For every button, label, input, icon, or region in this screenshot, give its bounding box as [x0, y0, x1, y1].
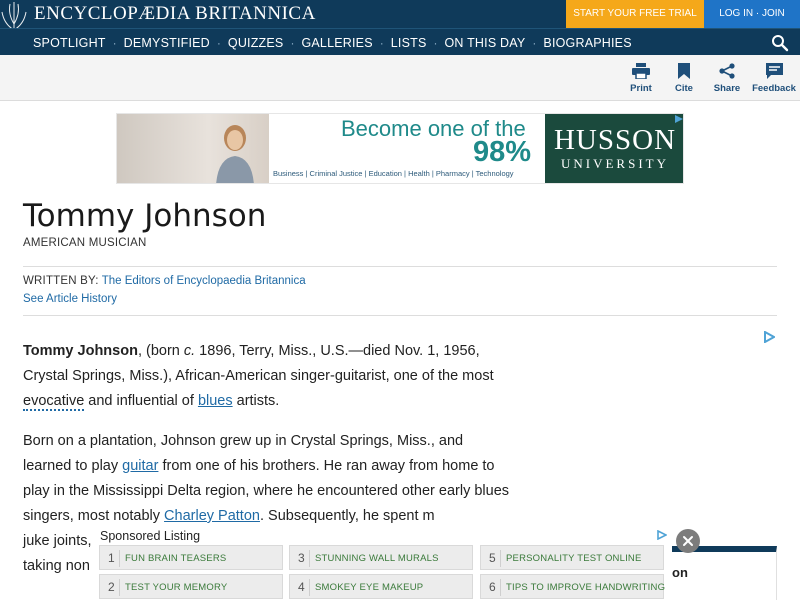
sponsored-title: Sponsored Listing — [100, 529, 201, 543]
sponsored-item[interactable]: 4 SMOKEY EYE MAKEUP — [289, 574, 473, 599]
nav-separator: · — [112, 35, 117, 50]
ad-photo — [117, 114, 269, 183]
print-icon — [632, 63, 650, 79]
feedback-label: Feedback — [752, 83, 796, 94]
ad-tagline: Business | Criminal Justice | Education … — [273, 169, 514, 178]
nav-galleries[interactable]: GALLERIES — [301, 36, 372, 50]
cite-button[interactable]: Cite — [672, 63, 696, 94]
nav-separator: · — [290, 35, 295, 50]
free-trial-button[interactable]: START YOUR FREE TRIAL — [566, 0, 704, 28]
share-button[interactable]: Share — [712, 63, 742, 94]
subject-name: Tommy Johnson — [23, 343, 138, 359]
written-by-label: WRITTEN BY: — [23, 275, 99, 287]
adchoices-icon[interactable] — [657, 530, 667, 540]
sponsored-item[interactable]: 2 TEST YOUR MEMORY — [99, 574, 283, 599]
login-join-button[interactable]: LOG IN · JOIN — [704, 0, 800, 28]
print-button[interactable]: Print — [628, 63, 654, 94]
adchoices-icon[interactable] — [674, 114, 684, 124]
sponsored-item[interactable]: 5 PERSONALITY TEST ONLINE — [480, 545, 664, 570]
close-ad-button[interactable] — [676, 529, 700, 553]
nav-separator: · — [532, 35, 537, 50]
ad-logo-sub: UNIVERSITY — [561, 156, 669, 171]
bookmark-icon — [678, 63, 690, 79]
print-label: Print — [630, 83, 652, 94]
article-subtitle: AMERICAN MUSICIAN — [23, 237, 147, 249]
nav-demystified[interactable]: DEMYSTIFIED — [124, 36, 210, 50]
share-label: Share — [713, 83, 741, 94]
guitar-link[interactable]: guitar — [122, 458, 158, 474]
brand-title[interactable]: ENCYCLOPÆDIA BRITANNICA — [34, 3, 316, 25]
cite-label: Cite — [675, 83, 693, 94]
nav-biographies[interactable]: BIOGRAPHIES — [543, 36, 631, 50]
sponsored-item[interactable]: 1 FUN BRAIN TEASERS — [99, 545, 283, 570]
ad-banner[interactable]: Become one of the 98% Business | Crimina… — [116, 113, 684, 184]
nav-quizzes[interactable]: QUIZZES — [228, 36, 284, 50]
ad-university-logo: HUSSON UNIVERSITY — [545, 114, 683, 183]
nav-spotlight[interactable]: SPOTLIGHT — [33, 36, 106, 50]
main-nav: SPOTLIGHT · DEMYSTIFIED · QUIZZES · GALL… — [0, 28, 800, 55]
divider — [23, 315, 777, 316]
evocative-definition-link[interactable]: evocative — [23, 393, 85, 411]
close-icon — [683, 536, 693, 546]
divider — [23, 266, 777, 267]
ad-headline-percent: 98% — [473, 136, 532, 168]
ad-person-image — [216, 125, 254, 183]
blues-link[interactable]: blues — [198, 393, 233, 409]
written-by: WRITTEN BY: The Editors of Encyclopaedia… — [23, 275, 306, 287]
article-toolbar: Print Cite Share Feedback — [0, 55, 800, 101]
author-link[interactable]: The Editors of Encyclopaedia Britannica — [102, 275, 306, 287]
nav-lists[interactable]: LISTS — [391, 36, 427, 50]
article-title: Tommy Johnson — [23, 198, 267, 234]
sponsored-item[interactable]: 3 STUNNING WALL MURALS — [289, 545, 473, 570]
sponsored-item[interactable]: 6 TIPS TO IMPROVE HANDWRITING — [480, 574, 665, 599]
paragraph-1: Tommy Johnson, (born c. 1896, Terry, Mis… — [23, 343, 494, 411]
article-history-link[interactable]: See Article History — [23, 293, 117, 305]
sponsored-listing: Sponsored Listing 1 FUN BRAIN TEASERS 3 … — [96, 528, 670, 600]
adchoices-icon[interactable] — [764, 331, 775, 343]
search-icon[interactable] — [771, 34, 789, 52]
nav-separator: · — [379, 35, 384, 50]
nav-separator: · — [216, 35, 221, 50]
feedback-button[interactable]: Feedback — [750, 63, 798, 94]
feedback-icon — [765, 63, 783, 79]
related-panel-text: on — [672, 565, 688, 580]
top-header: ENCYCLOPÆDIA BRITANNICA START YOUR FREE … — [0, 0, 800, 50]
nav-on-this-day[interactable]: ON THIS DAY — [445, 36, 526, 50]
nav-separator: · — [433, 35, 438, 50]
share-icon — [719, 63, 735, 79]
charley-patton-link[interactable]: Charley Patton — [164, 508, 260, 524]
ad-logo-name: HUSSON — [553, 124, 677, 156]
